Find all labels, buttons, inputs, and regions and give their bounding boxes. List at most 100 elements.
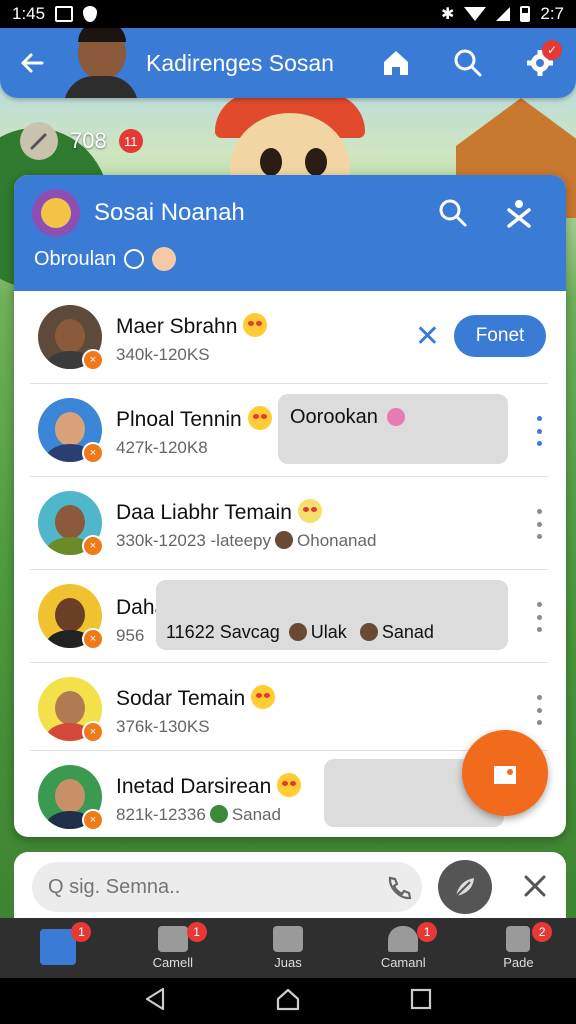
mini-avatar-icon (288, 623, 307, 641)
nav-item-home[interactable]: 1 (0, 918, 115, 978)
face-emoji-icon (297, 499, 322, 523)
mini-avatar-icon (359, 623, 378, 641)
heart-eyes-emoji-icon (251, 685, 276, 709)
mini-avatar-icon (275, 531, 294, 549)
status-bar: 1:45 ✱ 2:7 (0, 0, 576, 28)
tent-icon (388, 926, 419, 952)
bluetooth-icon: ✱ (440, 6, 455, 23)
note-icon (494, 766, 516, 784)
list-item[interactable]: × Sodar Temain 376k-130KS (30, 663, 548, 751)
nav-label: Camell (152, 955, 194, 970)
message-input[interactable] (48, 875, 348, 899)
close-button[interactable] (519, 868, 551, 904)
add-person-button[interactable] (486, 191, 552, 235)
dismiss-button[interactable]: ✕ (415, 319, 440, 354)
back-button[interactable] (0, 28, 64, 98)
search-button[interactable] (432, 28, 504, 98)
nav-item-pade[interactable]: Pade 2 (461, 918, 576, 978)
triangle-back-icon (146, 987, 165, 1010)
voice-button[interactable] (438, 860, 492, 914)
nav-label: Camanl (380, 955, 426, 970)
heart-eyes-emoji-icon (247, 406, 272, 430)
close-small-icon: × (82, 535, 104, 557)
nav-badge: 1 (71, 922, 92, 942)
settings-button[interactable]: ✓ (504, 28, 576, 98)
contact-meta: 427k-120K8 (116, 438, 208, 457)
group-avatar[interactable] (32, 189, 80, 237)
bubble-text: Sanad (381, 622, 434, 642)
edit-button[interactable] (20, 122, 58, 160)
search-icon (454, 49, 482, 77)
panel-subtitle-row: Obroulan (34, 247, 177, 271)
heart-eyes-emoji-icon (243, 313, 268, 337)
signal-icon (496, 7, 511, 21)
list-item[interactable]: × Maer Sbrahn 340k-120KS ✕ Fonet (30, 291, 548, 384)
close-small-icon: × (82, 721, 104, 743)
nav-badge: 1 (417, 922, 438, 942)
person-cross-icon (507, 200, 531, 228)
nav-item-camell[interactable]: Camell 1 (115, 918, 230, 978)
notification-icon (55, 6, 74, 22)
list-item[interactable]: × Plnoal Tennin 427k-120K8 Oorookan (30, 384, 548, 477)
compose-fab-button[interactable] (462, 730, 548, 816)
message-bubble[interactable]: Oorookan (278, 394, 508, 464)
document-icon (506, 926, 531, 952)
contact-meta: 956 (116, 626, 145, 645)
top-app-bar: Kadirenges Sosan ✓ (0, 28, 576, 98)
arrow-left-icon (21, 53, 44, 73)
status-time: 1:45 (12, 4, 46, 23)
close-small-icon: × (82, 628, 104, 650)
app-title: Kadirenges Sosan (146, 49, 334, 76)
recents-nav-button[interactable] (410, 988, 432, 1015)
person-avatar-icon (152, 247, 177, 271)
nav-label: Pade (503, 955, 534, 970)
close-small-icon: × (82, 349, 104, 371)
smile-icon (124, 249, 145, 269)
sticker-icon (387, 408, 406, 426)
more-options-button[interactable] (534, 602, 544, 632)
home-outline-icon (276, 988, 300, 1010)
panel-subtitle: Obroulan (34, 247, 117, 270)
message-bubble[interactable]: 11622 Savcag Ulak Sanad (156, 580, 508, 650)
bubble-text: Oorookan (290, 406, 378, 428)
list-item[interactable]: × Daa Liabhr Temain 330k-12023 -lateepy O… (30, 477, 548, 570)
home-button[interactable] (360, 28, 432, 98)
pencil-icon (30, 133, 47, 150)
panel-title: Sosai Noanah (94, 199, 245, 226)
wifi-icon (464, 7, 487, 21)
home-icon (39, 928, 76, 965)
nav-item-juas[interactable]: Juas (230, 918, 345, 978)
home-icon (384, 51, 408, 75)
heart-eyes-emoji-icon (277, 773, 302, 797)
battery-icon (520, 6, 531, 22)
contact-name: Plnoal Tennin (116, 406, 272, 432)
search-icon (439, 199, 467, 227)
system-navigation-bar (0, 978, 576, 1024)
panel-header: Sosai Noanah Obroulan (14, 175, 566, 291)
nav-badge: 2 (532, 922, 553, 942)
close-icon (524, 875, 546, 897)
more-options-button[interactable] (534, 509, 544, 539)
profile-avatar[interactable] (64, 28, 138, 98)
nav-item-camanl[interactable]: Camanl 1 (346, 918, 461, 978)
contact-name: Daa Liabhr Temain (116, 499, 322, 525)
contact-meta: 376k-130KS (116, 717, 210, 736)
member-count: 708 (70, 128, 107, 153)
phone-call-icon[interactable] (384, 874, 412, 907)
settings-badge-icon: ✓ (542, 40, 562, 60)
panel-search-button[interactable] (420, 191, 486, 235)
status-right-text: 2:7 (540, 4, 564, 23)
contact-meta: 340k-120KS (116, 345, 210, 364)
count-badge: 11 (118, 129, 143, 153)
more-options-button[interactable] (534, 695, 544, 725)
more-options-button[interactable] (534, 416, 544, 446)
contact-name: Maer Sbrahn (116, 313, 268, 339)
home-nav-button[interactable] (275, 987, 301, 1016)
list-item[interactable]: × Dahat Temán 956 11622 Savcag Ulak Sana… (30, 570, 548, 663)
fonet-button[interactable]: Fonet (454, 315, 546, 357)
shield-icon (83, 6, 98, 22)
message-search-box[interactable] (32, 862, 422, 912)
leaf-icon (455, 878, 474, 897)
contact-name: Inetad Darsirean (116, 773, 302, 799)
back-nav-button[interactable] (144, 987, 166, 1016)
